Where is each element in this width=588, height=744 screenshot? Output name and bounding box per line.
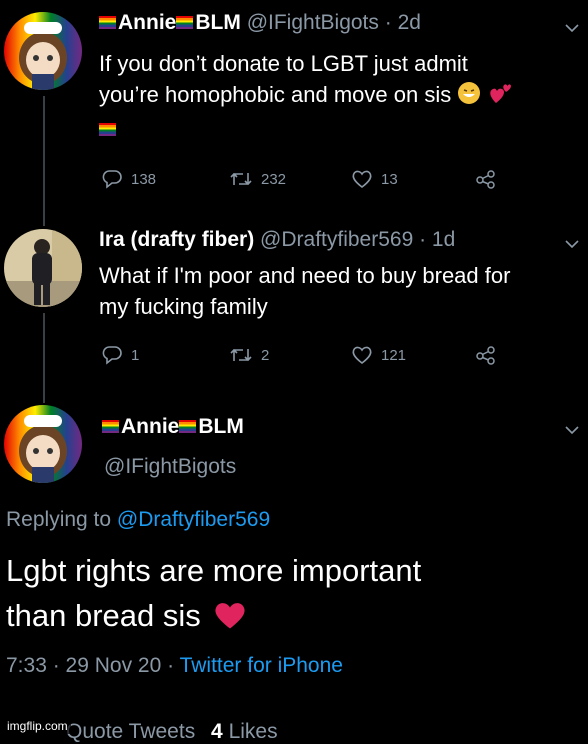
likes-label[interactable]: Likes	[229, 720, 278, 743]
tweet3-header: Annie BLM	[102, 415, 244, 439]
two-hearts-icon	[487, 81, 513, 113]
reply-icon	[102, 346, 122, 365]
chevron-down-icon[interactable]	[565, 20, 579, 38]
retweet-icon	[230, 348, 252, 362]
tweet2-name[interactable]: Ira (drafty fiber)	[99, 228, 254, 251]
tweet1-name-part2[interactable]: BLM	[195, 11, 241, 34]
pride-flag-icon	[179, 419, 197, 433]
tweet3-timestamp[interactable]: 7:33 · 29 Nov 20 ·	[6, 654, 174, 677]
tweet3-text: Lgbt rights are more important than brea…	[6, 548, 581, 642]
heart-outline-icon	[352, 346, 372, 365]
tweet1-reply-button[interactable]: 138	[101, 169, 156, 189]
tweet1-text-line2-wrap: you’re homophobic and move on sis	[99, 79, 579, 113]
tweet2-handle[interactable]: @Draftyfiber569	[260, 228, 413, 251]
tweet1-share-button[interactable]	[475, 169, 497, 189]
avatar-ira[interactable]	[4, 229, 82, 307]
pride-flag-icon	[99, 15, 116, 29]
tweet1-header: Annie BLM @IFightBigots · 2d	[99, 11, 421, 35]
tweet1-retweet-button[interactable]: 232	[229, 169, 286, 189]
tweet1-text: If you don’t donate to LGBT just admit y…	[99, 48, 579, 144]
tweet2-retweet-count: 2	[261, 346, 270, 364]
tweet3-replying-to: Replying to @Draftyfiber569	[6, 508, 270, 532]
tweet1-like-button[interactable]: 13	[351, 169, 398, 189]
tweet3-text-line2: than bread sis	[6, 598, 201, 633]
tweet3-handle[interactable]: @IFightBigots	[104, 455, 236, 479]
reply-icon	[102, 170, 122, 189]
replying-to-handle[interactable]: @Draftyfiber569	[117, 508, 270, 531]
thread-line-1	[43, 96, 45, 226]
tweet3-source[interactable]: Twitter for iPhone	[180, 654, 343, 677]
tweet1-name-part1[interactable]: Annie	[118, 11, 176, 34]
pride-flag-icon	[176, 15, 194, 29]
tweet3-text-line1: Lgbt rights are more important	[6, 553, 422, 588]
likes-count[interactable]: 4	[211, 720, 223, 743]
tweet2-text-line2: my fucking family	[99, 294, 268, 319]
tweet1-reply-count: 138	[131, 170, 157, 188]
tweet3-timestamp-row: 7:33 · 29 Nov 20 · Twitter for iPhone	[6, 654, 343, 678]
tweet2-reply-count: 1	[131, 346, 140, 364]
tweet2-share-button[interactable]	[475, 345, 497, 365]
tweet1-text-line1: If you don’t donate to LGBT just admit	[99, 51, 468, 76]
quote-tweets-label[interactable]: Quote Tweets	[66, 720, 195, 743]
heart-outline-icon	[352, 170, 372, 189]
avatar-annie[interactable]	[4, 405, 82, 483]
avatar-annie[interactable]	[4, 12, 82, 90]
tweet1-like-count: 13	[381, 170, 398, 188]
tweet3-text-line2-wrap: than bread sis	[6, 593, 581, 642]
share-icon	[476, 346, 495, 365]
tweet3-name-part1[interactable]: Annie	[121, 415, 179, 438]
tweet1-retweet-count: 232	[261, 170, 287, 188]
chevron-down-icon[interactable]	[565, 422, 579, 440]
tweet1-text-line2: you’re homophobic and move on sis	[99, 82, 452, 107]
retweet-icon	[230, 172, 252, 186]
red-heart-icon	[213, 597, 247, 642]
tweet3-name-part2[interactable]: BLM	[198, 415, 244, 438]
pride-flag-icon	[99, 122, 116, 136]
tweet2-time[interactable]: · 1d	[419, 228, 455, 251]
watermark: imgflip.com	[4, 718, 71, 734]
tweet1-flag-line	[99, 113, 579, 144]
tweet1-time[interactable]: · 2d	[385, 11, 421, 34]
tweet2-like-count: 121	[381, 346, 407, 364]
tweet2-text: What if I'm poor and need to buy bread f…	[99, 260, 584, 322]
share-icon	[476, 170, 495, 189]
tweet2-like-button[interactable]: 121	[351, 345, 406, 365]
replying-to-label: Replying to	[6, 508, 112, 531]
chevron-down-icon[interactable]	[565, 236, 579, 254]
tweet1-handle[interactable]: @IFightBigots	[247, 11, 379, 34]
pride-flag-icon	[102, 419, 119, 433]
tweet2-reply-button[interactable]: 1	[101, 345, 139, 365]
tweet2-header: Ira (drafty fiber) @Draftyfiber569 · 1d	[99, 228, 455, 252]
tweet2-retweet-button[interactable]: 2	[229, 345, 269, 365]
tweet2-text-line1: What if I'm poor and need to buy bread f…	[99, 263, 511, 288]
grin-emoji-icon	[457, 81, 481, 113]
thread-line-2	[43, 313, 45, 403]
